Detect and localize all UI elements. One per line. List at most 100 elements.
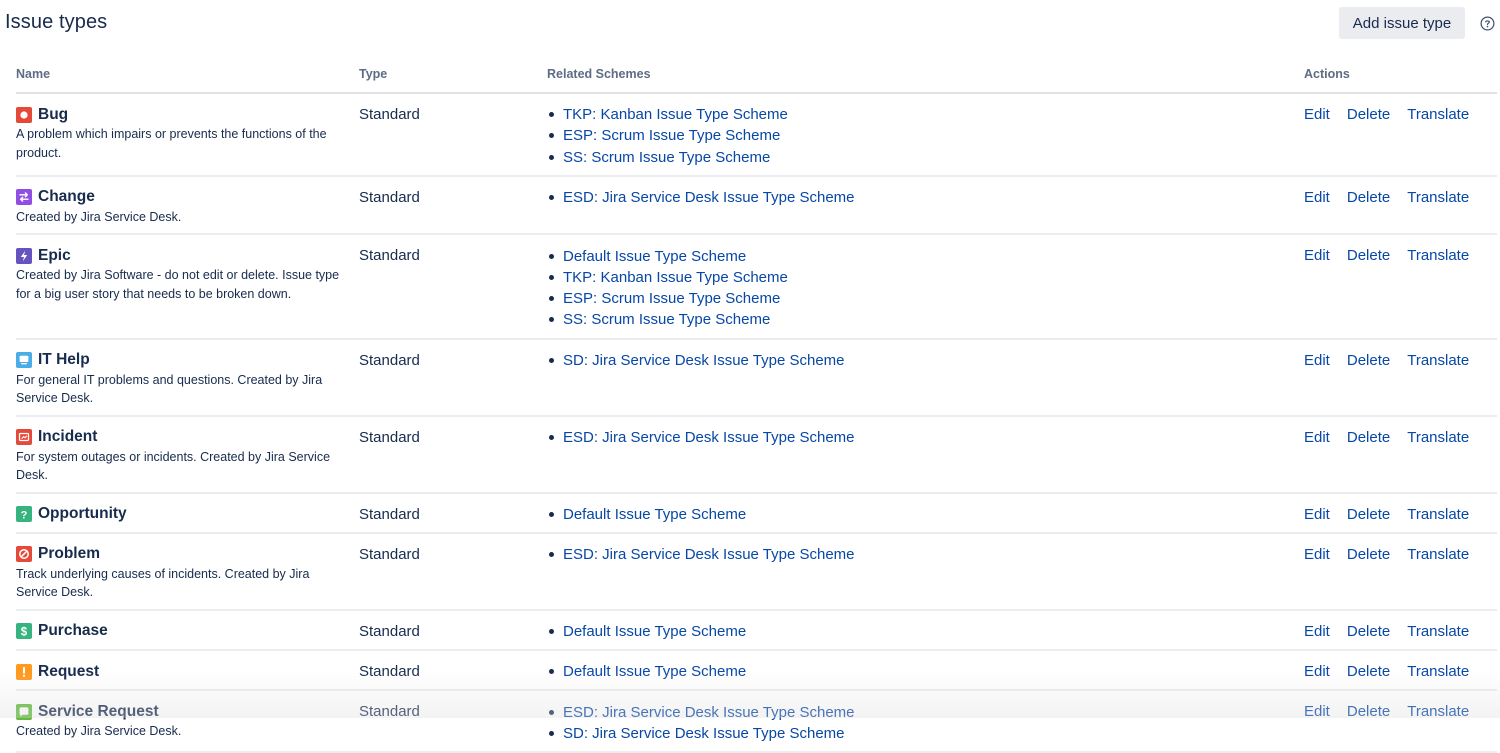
table-row: Problem Track underlying causes of incide… xyxy=(16,532,1497,611)
table-row: Request Standard Default Issue Type Scheme… xyxy=(16,650,1497,692)
scheme-link[interactable]: SD: Jira Service Desk Issue Type Scheme xyxy=(563,725,845,742)
translate-link[interactable]: Translate xyxy=(1407,189,1469,206)
bullet-icon xyxy=(549,317,554,323)
issue-type-name: Problem xyxy=(38,545,101,563)
translate-link[interactable]: Translate xyxy=(1407,352,1469,369)
scheme-list-item: ESP: Scrum Issue Type Scheme xyxy=(549,125,1304,146)
actions-cell: Edit Delete Translate xyxy=(1304,175,1497,236)
translate-link[interactable]: Translate xyxy=(1407,429,1469,446)
translate-link[interactable]: Translate xyxy=(1407,546,1469,563)
bug-icon xyxy=(16,106,32,123)
delete-link[interactable]: Delete xyxy=(1347,429,1390,446)
delete-link[interactable]: Delete xyxy=(1347,189,1390,206)
related-schemes-cell: Default Issue Type Scheme xyxy=(547,609,1304,652)
bullet-icon xyxy=(549,296,554,302)
bullet-icon xyxy=(549,274,554,280)
edit-link[interactable]: Edit xyxy=(1304,352,1330,369)
delete-link[interactable]: Delete xyxy=(1347,352,1390,369)
actions-cell: Edit Delete Translate xyxy=(1304,690,1497,753)
issue-type-kind: Standard xyxy=(359,175,547,236)
issue-type-description: Track underlying causes of incidents. Cr… xyxy=(16,566,310,600)
opportunity-icon: ? xyxy=(16,506,32,523)
scheme-link[interactable]: Default Issue Type Scheme xyxy=(563,663,746,680)
edit-link[interactable]: Edit xyxy=(1304,663,1330,680)
scheme-link[interactable]: Default Issue Type Scheme xyxy=(563,248,746,265)
delete-link[interactable]: Delete xyxy=(1347,106,1390,123)
row-actions: Edit Delete Translate xyxy=(1304,621,1497,642)
translate-link[interactable]: Translate xyxy=(1407,663,1469,680)
edit-link[interactable]: Edit xyxy=(1304,189,1330,206)
bullet-icon xyxy=(549,133,554,139)
edit-link[interactable]: Edit xyxy=(1304,506,1330,523)
scheme-link[interactable]: ESD: Jira Service Desk Issue Type Scheme xyxy=(563,546,855,563)
column-header-type: Type xyxy=(359,60,547,94)
row-actions: Edit Delete Translate xyxy=(1304,350,1497,371)
delete-link[interactable]: Delete xyxy=(1347,663,1390,680)
name-cell: Problem Track underlying causes of incide… xyxy=(16,532,359,611)
edit-link[interactable]: Edit xyxy=(1304,106,1330,123)
bullet-icon xyxy=(549,709,554,715)
issue-type-name: Bug xyxy=(38,105,69,123)
delete-link[interactable]: Delete xyxy=(1347,247,1390,264)
row-actions: Edit Delete Translate xyxy=(1304,661,1497,682)
scheme-link[interactable]: Default Issue Type Scheme xyxy=(563,623,746,640)
actions-cell: Edit Delete Translate xyxy=(1304,532,1497,611)
related-schemes-cell: ESD: Jira Service Desk Issue Type Scheme… xyxy=(547,690,1304,753)
issue-type-description: For system outages or incidents. Created… xyxy=(16,449,331,483)
scheme-link[interactable]: SD: Jira Service Desk Issue Type Scheme xyxy=(563,352,845,369)
scheme-link[interactable]: SS: Scrum Issue Type Scheme xyxy=(563,149,770,166)
translate-link[interactable]: Translate xyxy=(1407,623,1469,640)
delete-link[interactable]: Delete xyxy=(1347,506,1390,523)
table-header-row: Name Type Related Schemes Actions xyxy=(16,60,1497,94)
edit-link[interactable]: Edit xyxy=(1304,247,1330,264)
actions-cell: Edit Delete Translate xyxy=(1304,93,1497,177)
name-cell: Bug A problem which impairs or prevents t… xyxy=(16,93,359,177)
actions-cell: Edit Delete Translate xyxy=(1304,650,1497,692)
issue-type-kind: Standard xyxy=(359,609,547,652)
issue-type-kind: Standard xyxy=(359,532,547,611)
scheme-link[interactable]: Default Issue Type Scheme xyxy=(563,506,746,523)
bullet-icon xyxy=(549,154,554,160)
related-schemes-cell: Default Issue Type Scheme xyxy=(547,492,1304,534)
edit-link[interactable]: Edit xyxy=(1304,546,1330,563)
scheme-link[interactable]: ESD: Jira Service Desk Issue Type Scheme xyxy=(563,704,855,721)
question-circle-icon[interactable] xyxy=(1480,16,1495,31)
delete-link[interactable]: Delete xyxy=(1347,623,1390,640)
related-schemes-list: ESD: Jira Service Desk Issue Type Scheme xyxy=(547,187,1304,208)
name-cell: Change Created by Jira Service Desk. xyxy=(16,175,359,236)
column-header-name: Name xyxy=(16,60,359,94)
scheme-list-item: SD: Jira Service Desk Issue Type Scheme xyxy=(549,723,1304,744)
translate-link[interactable]: Translate xyxy=(1407,506,1469,523)
scheme-link[interactable]: ESD: Jira Service Desk Issue Type Scheme xyxy=(563,189,855,206)
issue-type-kind: Standard xyxy=(359,690,547,753)
scheme-link[interactable]: ESP: Scrum Issue Type Scheme xyxy=(563,127,780,144)
edit-link[interactable]: Edit xyxy=(1304,623,1330,640)
related-schemes-list: Default Issue Type Scheme xyxy=(547,504,1304,525)
scheme-link[interactable]: TKP: Kanban Issue Type Scheme xyxy=(563,106,788,123)
issue-type-kind: Standard xyxy=(359,234,547,340)
issue-type-name-line: Service Request xyxy=(16,701,359,722)
name-cell: Service Request Created by Jira Service D… xyxy=(16,690,359,753)
scheme-link[interactable]: SS: Scrum Issue Type Scheme xyxy=(563,311,770,328)
related-schemes-list: Default Issue Type Scheme xyxy=(547,661,1304,682)
scheme-link[interactable]: ESP: Scrum Issue Type Scheme xyxy=(563,290,780,307)
translate-link[interactable]: Translate xyxy=(1407,106,1469,123)
related-schemes-list: Default Issue Type Scheme TKP: Kanban Iss… xyxy=(547,245,1304,330)
row-actions: Edit Delete Translate xyxy=(1304,504,1497,525)
add-issue-type-button[interactable]: Add issue type xyxy=(1339,7,1465,39)
scheme-link[interactable]: TKP: Kanban Issue Type Scheme xyxy=(563,269,788,286)
scheme-link[interactable]: ESD: Jira Service Desk Issue Type Scheme xyxy=(563,429,855,446)
change-icon xyxy=(16,189,32,206)
delete-link[interactable]: Delete xyxy=(1347,546,1390,563)
issue-types-table: Name Type Related Schemes Actions Bug A p… xyxy=(16,60,1497,753)
issue-type-description: Created by Jira Service Desk. xyxy=(16,209,182,224)
actions-cell: Edit Delete Translate xyxy=(1304,338,1497,417)
translate-link[interactable]: Translate xyxy=(1407,247,1469,264)
row-actions: Edit Delete Translate xyxy=(1304,187,1497,208)
table-row: IT Help For general IT problems and quest… xyxy=(16,338,1497,417)
edit-link[interactable]: Edit xyxy=(1304,429,1330,446)
bullet-icon xyxy=(549,195,554,201)
related-schemes-cell: ESD: Jira Service Desk Issue Type Scheme xyxy=(547,175,1304,236)
issue-type-kind: Standard xyxy=(359,492,547,534)
related-schemes-list: ESD: Jira Service Desk Issue Type Scheme… xyxy=(547,701,1304,744)
